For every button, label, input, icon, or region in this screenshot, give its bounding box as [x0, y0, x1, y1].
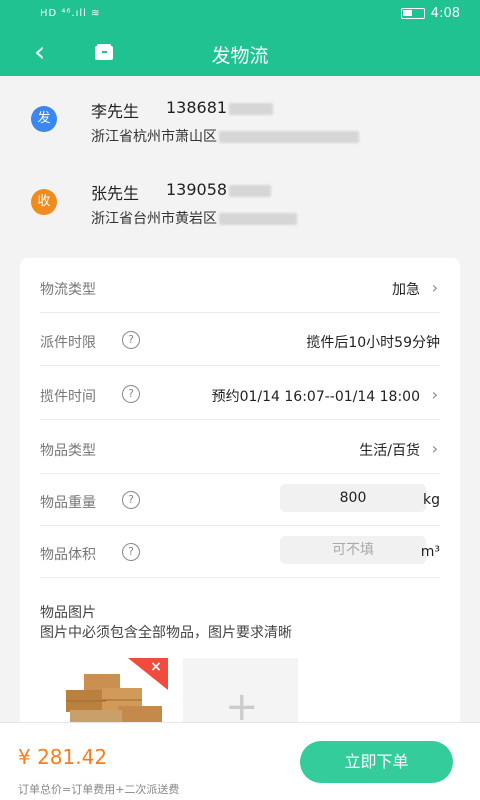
volume-input[interactable]: 可不填	[280, 536, 426, 564]
volume-label: 物品体积	[40, 547, 96, 563]
logistics-type-label: 物流类型	[40, 282, 96, 298]
weight-unit: kg	[423, 492, 440, 508]
receiver-address-line: 浙江省台州市黄岩区	[91, 208, 297, 228]
plus-icon: +	[225, 684, 259, 730]
sender-name: 李先生	[91, 102, 140, 121]
item-type-row[interactable]: 物品类型 生活/百货 ›	[40, 422, 440, 474]
battery-icon	[400, 8, 425, 19]
logistics-type-value: 加急	[392, 282, 420, 298]
svg-text:×: ×	[150, 659, 162, 675]
status-right: 4:08	[400, 6, 460, 21]
help-icon[interactable]: ?	[122, 491, 140, 509]
logistics-type-row[interactable]: 物流类型 加急 ›	[40, 261, 440, 313]
pickup-time-row[interactable]: 揽件时间 ? 预约01/14 16:07--01/14 18:00 ›	[40, 368, 440, 420]
weight-row: 物品重量 ? 800 kg	[40, 474, 440, 526]
photo-title: 物品图片	[40, 605, 96, 621]
place-order-button[interactable]: 立即下单	[300, 741, 453, 783]
order-footer: ¥ 281.42 订单总价=订单费用+二次派送费 立即下单	[0, 722, 480, 800]
price-note: 订单总价=订单费用+二次派送费	[18, 783, 180, 796]
volume-row: 物品体积 ? 可不填 m³	[40, 526, 440, 578]
receiver-name: 张先生	[91, 184, 140, 203]
item-type-label: 物品类型	[40, 443, 96, 459]
weight-label: 物品重量	[40, 495, 96, 511]
page-title: 发物流	[211, 45, 269, 67]
sender-address-line: 浙江省杭州市萧山区	[91, 126, 359, 146]
total-price: ¥ 281.42	[18, 745, 108, 769]
delivery-limit-value: 揽件后10小时59分钟	[306, 335, 440, 351]
delete-photo-icon[interactable]: ×	[128, 658, 168, 690]
help-icon[interactable]: ?	[122, 543, 140, 561]
pickup-time-label: 揽件时间	[40, 389, 96, 405]
delivery-limit-label: 派件时限	[40, 335, 96, 351]
add-photo-button[interactable]: +	[183, 658, 298, 730]
chevron-right-icon: ›	[431, 278, 438, 297]
item-type-value: 生活/百货	[359, 443, 420, 459]
photo-hint: 图片中必须包含全部物品，图片要求清晰	[40, 625, 292, 641]
sender-badge: 发	[31, 106, 57, 132]
status-bar: HD ⁴⁶.ıll ≋ 4:08	[0, 0, 480, 30]
help-icon[interactable]: ?	[122, 385, 140, 403]
volume-unit: m³	[420, 544, 440, 560]
receiver-phone: 139058	[166, 180, 272, 199]
sender-address[interactable]: 发 李先生 138681 浙江省杭州市萧山区	[0, 76, 480, 168]
pickup-time-value: 预约01/14 16:07--01/14 18:00	[211, 389, 420, 405]
sender-phone: 138681	[166, 98, 274, 117]
chevron-right-icon: ›	[431, 385, 438, 404]
delivery-limit-row: 派件时限 ? 揽件后10小时59分钟	[40, 314, 440, 366]
help-icon[interactable]: ?	[122, 331, 140, 349]
nav-bar: ‹ 发物流	[0, 30, 480, 76]
receiver-badge: 收	[31, 189, 57, 215]
receiver-address[interactable]: 收 张先生 139058 浙江省台州市黄岩区	[0, 168, 480, 250]
weight-input[interactable]: 800	[280, 484, 426, 512]
clock: 4:08	[430, 6, 460, 21]
chevron-right-icon: ›	[431, 439, 438, 458]
signal-icons: HD ⁴⁶.ıll ≋	[40, 8, 101, 19]
